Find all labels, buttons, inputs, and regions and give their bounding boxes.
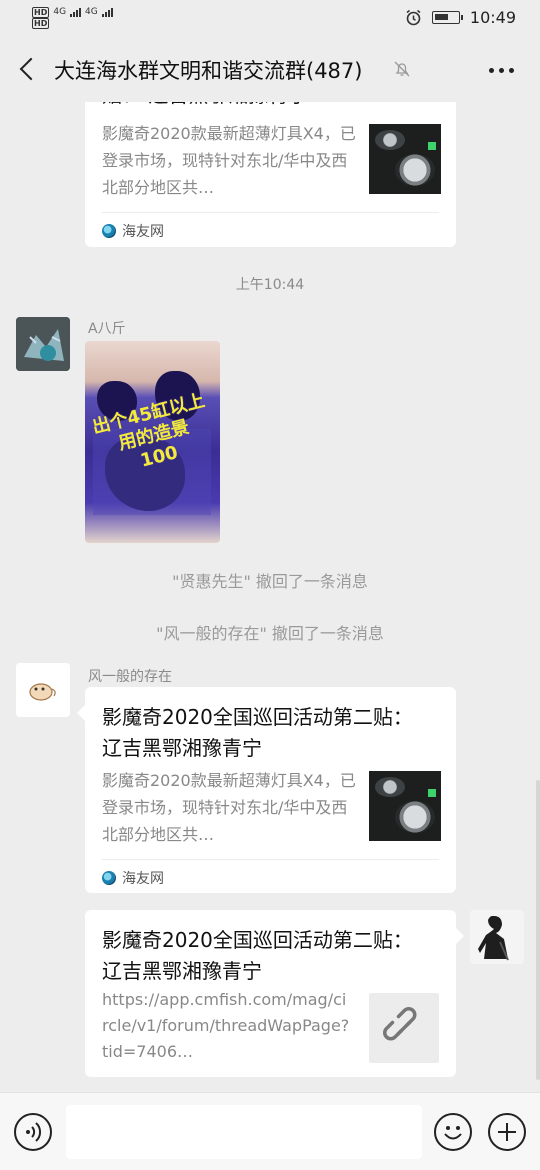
recall-notice: "贤惠先生" 撤回了一条消息: [172, 572, 368, 591]
chat-title[interactable]: 大连海水群文明和谐交流群(487): [54, 55, 362, 85]
card-thumbnail: [369, 124, 441, 194]
card-title: 影魔奇2020全国巡回活动第二贴： 辽吉黑鄂湘豫青宁: [102, 928, 413, 983]
link-icon: [383, 1007, 417, 1041]
link-url: https://app.cmfish.com/mag/circle/v1/for…: [102, 990, 350, 1061]
message-timestamp: 上午10:44: [235, 277, 305, 293]
status-bar: HD 4G 4G HD 10:49: [0, 0, 540, 38]
link-thumbnail: [369, 993, 439, 1063]
hd-icon: HD: [32, 18, 50, 29]
card-source: 海友网: [122, 871, 164, 887]
card-title: 影魔奇2020全国巡回活动第二贴： 辽吉黑鄂湘豫青宁: [102, 705, 413, 760]
network-indicators: HD 4G 4G HD: [32, 6, 113, 29]
scrollbar[interactable]: [536, 780, 540, 1080]
image-message[interactable]: 出个45缸以上 用的造景 100: [85, 341, 220, 543]
avatar-image-icon: [16, 663, 70, 717]
back-icon[interactable]: [14, 54, 44, 84]
clock: 10:49: [469, 8, 516, 27]
link-card-message[interactable]: 影魔奇2020全国巡回活动第二贴： 辽吉黑鄂湘豫青宁 影魔奇2020款最新超薄灯…: [77, 687, 456, 893]
chat-header: 大连海水群文明和谐交流群(487): [0, 38, 540, 102]
source-logo-icon: [102, 871, 116, 885]
own-link-message[interactable]: 影魔奇2020全国巡回活动第二贴： 辽吉黑鄂湘豫青宁 https://app.c…: [85, 910, 464, 1077]
more-icon[interactable]: [489, 68, 514, 73]
recall-notice: "风一般的存在" 撤回了一条消息: [156, 624, 384, 643]
avatar[interactable]: [16, 663, 70, 717]
voice-icon[interactable]: [14, 1113, 52, 1151]
source-logo-icon: [102, 224, 116, 238]
avatar-image-icon: [470, 910, 524, 964]
message-input[interactable]: [66, 1105, 422, 1159]
avatar[interactable]: [470, 910, 524, 964]
emoji-icon[interactable]: [434, 1113, 472, 1151]
mute-bell-icon: [394, 61, 410, 77]
alarm-icon: [406, 9, 421, 26]
link-card-message[interactable]: 贴： 辽吉黑鄂湘豫青宁 影魔奇2020款最新超薄灯具X4，已登录市场，现特针对东…: [85, 102, 456, 247]
signal-icon: [70, 7, 82, 17]
card-title: 贴： 辽吉黑鄂湘豫青宁: [102, 102, 432, 111]
sender-name: 风一般的存在: [88, 669, 172, 685]
battery-icon: [431, 11, 463, 24]
card-source: 海友网: [122, 224, 164, 240]
chat-messages[interactable]: 贴： 辽吉黑鄂湘豫青宁 影魔奇2020款最新超薄灯具X4，已登录市场，现特针对东…: [0, 102, 540, 1092]
input-bar: [0, 1092, 540, 1170]
card-description: 影魔奇2020款最新超薄灯具X4，已登录市场，现特针对东北/华中及西北部分地区共…: [102, 124, 356, 197]
signal-icon: [101, 7, 113, 17]
network-label: 4G: [85, 7, 98, 17]
card-description: 影魔奇2020款最新超薄灯具X4，已登录市场，现特针对东北/华中及西北部分地区共…: [102, 771, 356, 844]
card-thumbnail: [369, 771, 441, 841]
sender-name: A八斤: [88, 321, 126, 337]
avatar-image-icon: [16, 317, 70, 371]
network-label: 4G: [53, 7, 67, 17]
hd-icon: HD: [32, 6, 50, 18]
plus-icon[interactable]: [488, 1113, 526, 1151]
avatar[interactable]: [16, 317, 70, 371]
